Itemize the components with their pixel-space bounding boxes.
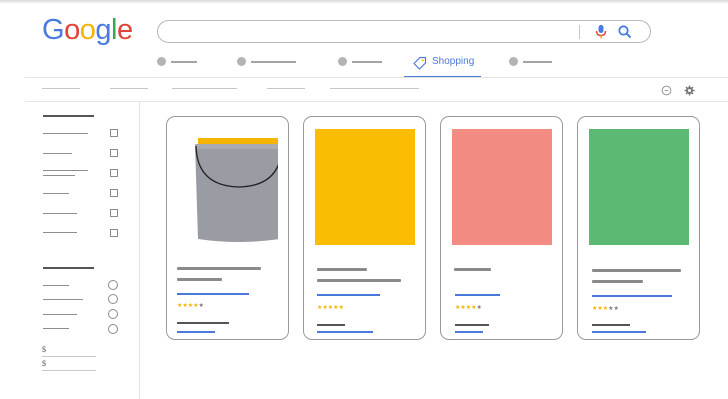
tab-label-placeholder — [171, 61, 197, 63]
filter-checkbox[interactable] — [110, 189, 118, 197]
tab-label-placeholder — [523, 61, 552, 63]
filter-option-label — [43, 170, 88, 171]
filter-group-heading — [43, 115, 94, 117]
merchant-link-line — [177, 331, 215, 333]
filter-chip[interactable] — [42, 88, 80, 89]
tab-dot — [509, 57, 518, 66]
filter-checkbox[interactable] — [110, 229, 118, 237]
product-image — [452, 129, 552, 245]
product-title-line — [317, 268, 367, 271]
search-bar — [157, 20, 651, 43]
filter-chip[interactable] — [172, 88, 237, 89]
product-price-line — [317, 294, 380, 296]
logo-letter: g — [95, 14, 111, 46]
currency-symbol: $ — [42, 359, 46, 368]
merchant-line — [177, 322, 229, 324]
price-max-field[interactable]: $ — [42, 359, 96, 371]
tab-dot — [338, 57, 347, 66]
product-price-line — [592, 295, 672, 297]
logo-letter: o — [79, 14, 96, 46]
filter-radio[interactable] — [108, 280, 118, 290]
search-divider — [579, 25, 580, 39]
filter-radio[interactable] — [108, 294, 118, 304]
filter-group-heading — [43, 267, 94, 269]
logo-letter: o — [64, 14, 80, 46]
tab-dot — [157, 57, 166, 66]
merchant-line — [455, 324, 489, 326]
price-min-field[interactable]: $ — [42, 345, 96, 357]
product-card[interactable]: ★★★★★ — [577, 116, 700, 340]
filter-chip[interactable] — [330, 88, 419, 89]
filter-checkbox[interactable] — [110, 209, 118, 217]
tab-shopping[interactable]: Shopping — [404, 52, 481, 78]
product-title-line — [177, 278, 222, 281]
toolbar-divider — [25, 101, 728, 102]
tab-shopping-label: Shopping — [432, 56, 475, 67]
merchant-link-line — [592, 331, 646, 333]
merchant-line — [592, 324, 630, 326]
product-card[interactable]: ★★★★★ — [440, 116, 563, 340]
product-title-line — [317, 279, 401, 282]
filter-option-label — [43, 193, 69, 194]
google-logo[interactable]: Google — [42, 14, 133, 47]
filter-option-label — [43, 285, 69, 286]
rating-stars: ★★★★★ — [592, 306, 619, 312]
price-tag-icon — [413, 56, 427, 70]
filter-option-label — [43, 213, 77, 214]
filter-option-label — [43, 314, 77, 315]
search-icon[interactable] — [617, 24, 633, 40]
product-title-line — [454, 268, 491, 271]
filter-chip[interactable] — [110, 88, 148, 89]
history-icon[interactable] — [661, 85, 672, 96]
logo-letter: G — [42, 14, 65, 46]
logo-letter: e — [116, 14, 133, 46]
filter-option-label — [43, 133, 88, 134]
merchant-link-line — [455, 331, 483, 333]
filter-radio[interactable] — [108, 309, 118, 319]
rating-stars: ★★★★★ — [317, 305, 344, 311]
paint-bucket-image — [195, 138, 278, 242]
filter-option-label — [43, 299, 83, 300]
rating-stars: ★★★★★ — [455, 305, 482, 311]
merchant-link-line — [317, 331, 373, 333]
product-price-line — [177, 293, 249, 295]
product-card[interactable]: ★★★★★ — [166, 116, 289, 340]
product-price-line — [455, 294, 500, 296]
sidebar-divider — [139, 101, 140, 399]
product-image — [589, 129, 689, 245]
filter-option-label — [43, 153, 72, 154]
product-title-line — [177, 267, 261, 270]
product-title-line — [592, 269, 681, 272]
filter-checkbox[interactable] — [110, 149, 118, 157]
merchant-line — [317, 324, 345, 326]
product-card[interactable]: ★★★★★ — [303, 116, 426, 340]
mic-icon[interactable] — [594, 24, 608, 40]
filter-chip[interactable] — [267, 88, 305, 89]
tab-label-placeholder — [352, 61, 382, 63]
product-image — [315, 129, 415, 245]
top-shadow — [0, 0, 728, 4]
currency-symbol: $ — [42, 345, 46, 354]
filter-radio[interactable] — [108, 324, 118, 334]
tab-label-placeholder — [251, 61, 296, 63]
search-input[interactable] — [170, 24, 570, 39]
filter-option-label — [43, 232, 77, 233]
rating-stars: ★★★★★ — [177, 303, 204, 309]
product-title-line — [592, 280, 643, 283]
tab-dot — [237, 57, 246, 66]
filter-checkbox[interactable] — [110, 169, 118, 177]
tabs-divider — [25, 77, 728, 78]
filter-option-label — [43, 328, 69, 329]
filter-option-label — [43, 175, 75, 176]
gear-icon[interactable] — [684, 85, 695, 96]
filter-checkbox[interactable] — [110, 129, 118, 137]
